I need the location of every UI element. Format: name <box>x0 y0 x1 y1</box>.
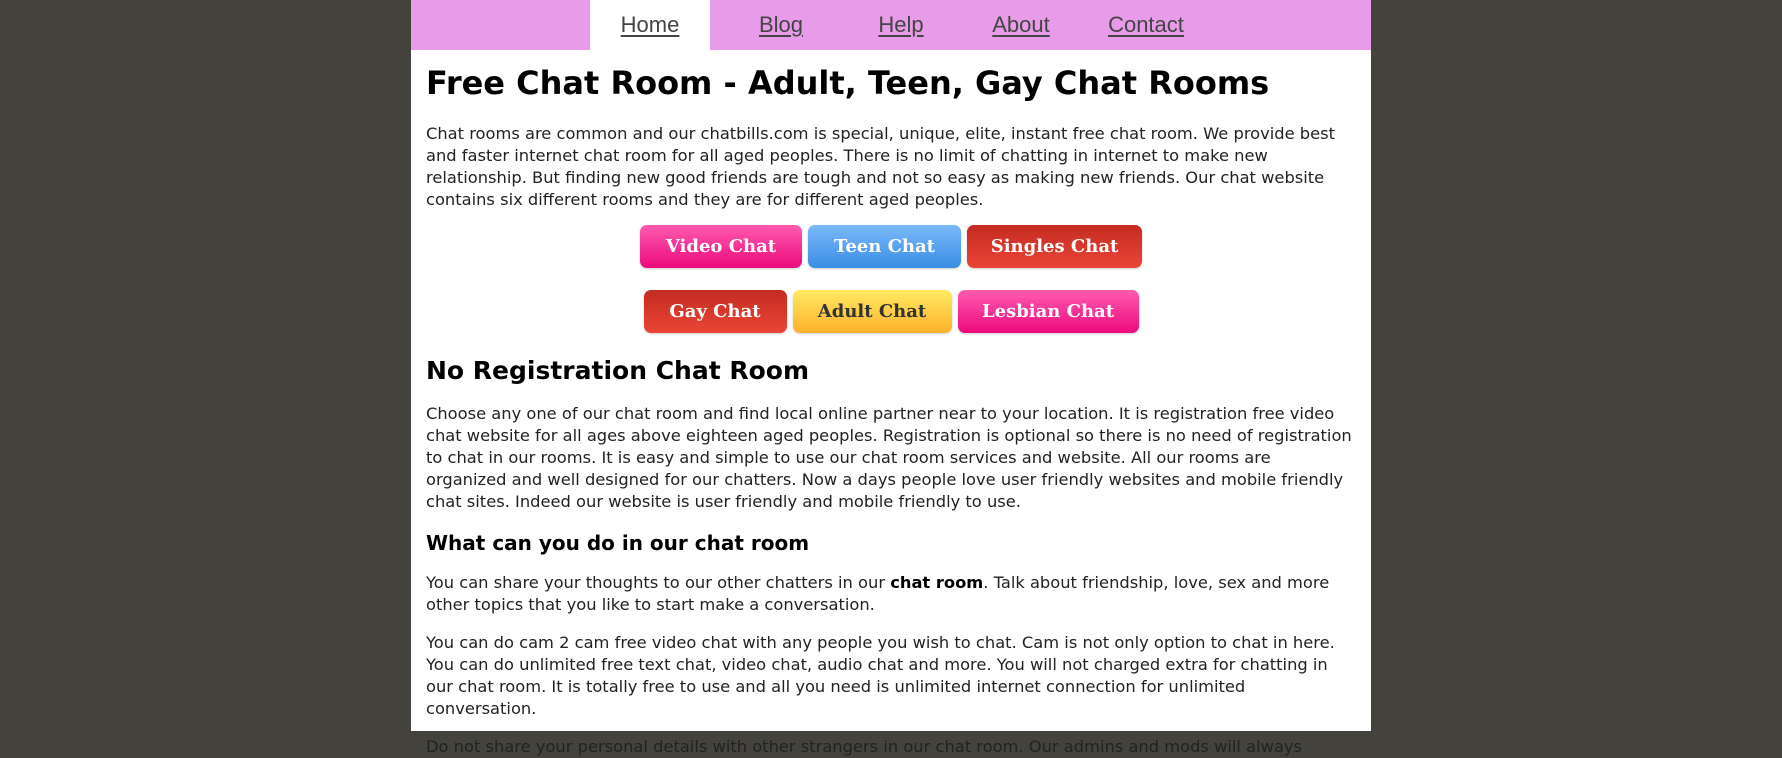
chat-buttons-row-2: Gay Chat Adult Chat Lesbian Chat <box>426 290 1356 333</box>
lesbian-chat-button[interactable]: Lesbian Chat <box>957 290 1139 333</box>
singles-chat-button[interactable]: Singles Chat <box>967 225 1142 268</box>
section-heading-what-can-you-do: What can you do in our chat room <box>426 531 810 555</box>
share-thoughts-paragraph: You can share your thoughts to our other… <box>426 572 1356 616</box>
page-title: Free Chat Room - Adult, Teen, Gay Chat R… <box>426 64 1270 102</box>
nav-blog[interactable]: Blog <box>731 0 831 50</box>
chat-room-bold-text: chat room <box>890 573 984 592</box>
chat-buttons-row-1: Video Chat Teen Chat Singles Chat <box>426 225 1356 268</box>
nav-help[interactable]: Help <box>851 0 951 50</box>
paragraph-text: You can share your thoughts to our other… <box>426 573 891 592</box>
privacy-paragraph: Do not share your personal details with … <box>426 737 1303 756</box>
page-container: Home Blog Help About Contact Free Chat R… <box>411 0 1371 756</box>
intro-paragraph: Chat rooms are common and our chatbills.… <box>426 124 1336 209</box>
main-content: Free Chat Room - Adult, Teen, Gay Chat R… <box>411 62 1371 758</box>
top-navigation: Home Blog Help About Contact <box>411 0 1371 50</box>
gay-chat-button[interactable]: Gay Chat <box>643 290 787 333</box>
section-heading-no-registration: No Registration Chat Room <box>426 356 810 385</box>
cam-chat-paragraph: You can do cam 2 cam free video chat wit… <box>426 633 1335 718</box>
nav-contact[interactable]: Contact <box>1086 0 1206 50</box>
adult-chat-button[interactable]: Adult Chat <box>792 290 952 333</box>
nav-about[interactable]: About <box>971 0 1071 50</box>
teen-chat-button[interactable]: Teen Chat <box>808 225 961 268</box>
nav-home[interactable]: Home <box>590 0 710 50</box>
no-registration-paragraph: Choose any one of our chat room and find… <box>426 404 1352 511</box>
video-chat-button[interactable]: Video Chat <box>640 225 802 268</box>
